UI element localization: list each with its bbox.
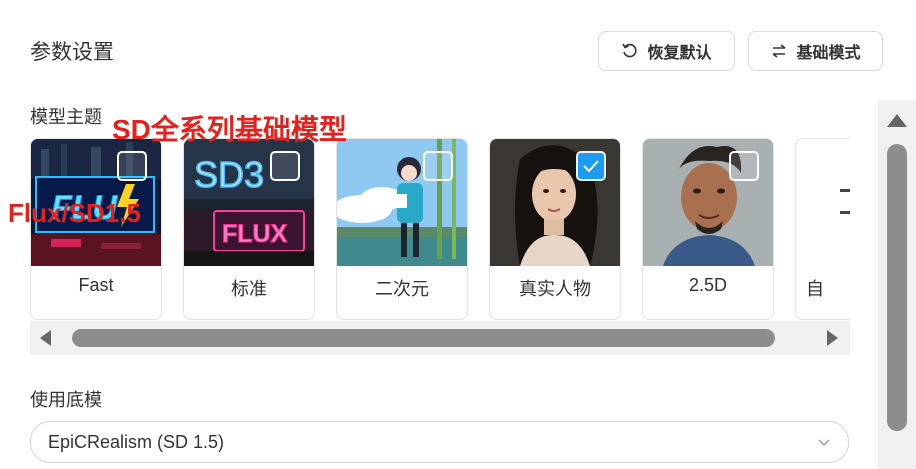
theme-card-label: 自 [806,279,824,299]
theme-card-2-5d[interactable]: 2.5D [642,138,774,320]
theme-card-label: Fast [78,275,114,295]
theme-thumbnail [796,139,850,266]
chevron-down-icon [818,439,830,447]
model-theme-label: 模型主题 [30,107,102,127]
base-model-select[interactable]: EpiCRealism (SD 1.5) [30,421,849,463]
theme-checkbox[interactable] [270,151,300,181]
theme-checkbox-checked[interactable] [576,151,606,181]
theme-card-label: 标准 [231,279,267,299]
restore-default-label: 恢复默认 [647,45,712,62]
scroll-right-icon[interactable] [827,330,838,346]
svg-text:SD3: SD3 [194,154,264,195]
checkmark-icon [583,160,599,173]
settings-panel: 参数设置 恢复默认 基础模式 模型主题 FLU Fast SD3 FLUX 标准… [0,0,916,469]
theme-checkbox[interactable] [117,151,147,181]
restore-icon [622,43,638,58]
theme-card-anime[interactable]: 二次元 [336,138,468,320]
theme-checkbox[interactable] [729,151,759,181]
page-title: 参数设置 [30,41,114,64]
restore-default-button[interactable]: 恢复默认 [598,31,735,71]
theme-card-label: 2.5D [688,275,728,295]
vertical-scrollbar[interactable] [878,100,916,469]
theme-card-label: 真实人物 [519,279,591,299]
horizontal-scrollbar[interactable] [30,321,850,355]
theme-thumbnail [643,139,773,266]
base-model-value: EpiCRealism (SD 1.5) [48,432,225,452]
annotation-sd-series: SD全系列基础模型 [112,114,347,145]
basic-mode-button[interactable]: 基础模式 [748,31,883,71]
theme-checkbox[interactable] [423,151,453,181]
vertical-scroll-thumb[interactable] [887,144,907,431]
base-model-label: 使用底模 [30,390,102,410]
theme-card-custom[interactable]: 自 [795,138,850,320]
theme-card-fast[interactable]: FLU Fast [30,138,162,320]
horizontal-scroll-thumb[interactable] [72,329,775,347]
scroll-up-icon[interactable] [887,114,907,127]
basic-mode-label: 基础模式 [796,45,861,62]
theme-thumbnail [490,139,620,266]
theme-thumbnail: SD3 FLUX [184,139,314,266]
theme-card-list: FLU Fast SD3 FLUX 标准 二次元 真实人物 2.5D 自 [30,138,850,321]
svg-text:FLUX: FLUX [222,220,288,248]
theme-thumbnail [337,139,467,266]
theme-card-standard[interactable]: SD3 FLUX 标准 [183,138,315,320]
scroll-left-icon[interactable] [40,330,51,346]
annotation-flux-sd15: Flux/SD1.5 [8,198,141,228]
swap-icon [773,44,786,58]
theme-card-label: 二次元 [375,279,429,299]
theme-card-realistic[interactable]: 真实人物 [489,138,621,320]
